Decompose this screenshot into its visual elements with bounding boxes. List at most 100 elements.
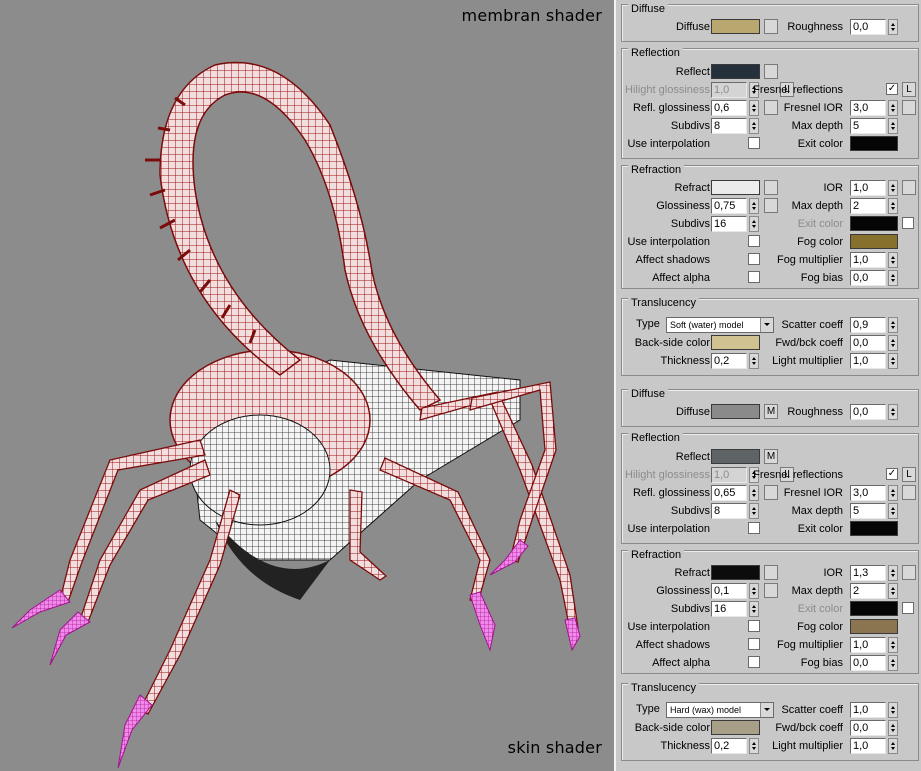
spinner-arrows[interactable] xyxy=(749,485,759,501)
affect-alpha-checkbox[interactable] xyxy=(748,656,760,668)
exit-color-swatch[interactable] xyxy=(850,601,898,616)
light-multiplier-field[interactable]: 1,0 xyxy=(850,738,886,754)
fresnel-ior-map-button[interactable] xyxy=(902,100,916,115)
subdivs-field[interactable]: 16 xyxy=(711,601,747,617)
scatter-coeff-field[interactable]: 1,0 xyxy=(850,702,886,718)
diffuse-map-button[interactable] xyxy=(764,19,778,34)
spinner-arrows[interactable] xyxy=(888,252,898,268)
hilight-glossiness-field[interactable]: 1,0 xyxy=(711,82,747,98)
reflect-map-button[interactable]: M xyxy=(764,449,778,464)
affect-shadows-checkbox[interactable] xyxy=(748,253,760,265)
spinner-arrows[interactable] xyxy=(888,180,898,196)
light-multiplier-field[interactable]: 1,0 xyxy=(850,353,886,369)
ior-map-button[interactable] xyxy=(902,180,916,195)
spinner-arrows[interactable] xyxy=(888,100,898,116)
reflect-color-swatch[interactable] xyxy=(711,449,760,464)
refl-glossiness-map-button[interactable] xyxy=(764,100,778,115)
spinner-arrows[interactable] xyxy=(888,19,898,35)
roughness-field[interactable]: 0,0 xyxy=(850,404,886,420)
refract-color-swatch[interactable] xyxy=(711,180,760,195)
fresnel-reflections-checkbox[interactable]: ✓ xyxy=(886,468,898,480)
refract-map-button[interactable] xyxy=(764,180,778,195)
fresnel-reflections-checkbox[interactable]: ✓ xyxy=(886,83,898,95)
fresnel-ior-map-button[interactable] xyxy=(902,485,916,500)
glossiness-field[interactable]: 0,75 xyxy=(711,198,747,214)
fog-bias-field[interactable]: 0,0 xyxy=(850,655,886,671)
translucency-type-dropdown[interactable]: Hard (wax) model xyxy=(666,702,774,718)
scatter-coeff-field[interactable]: 0,9 xyxy=(850,317,886,333)
spinner-arrows[interactable] xyxy=(888,565,898,581)
fog-bias-field[interactable]: 0,0 xyxy=(850,270,886,286)
spinner-arrows[interactable] xyxy=(888,738,898,754)
dropdown-arrow-icon[interactable] xyxy=(760,703,773,717)
use-interpolation-checkbox[interactable] xyxy=(748,522,760,534)
spinner-arrows[interactable] xyxy=(888,720,898,736)
translucency-type-dropdown[interactable]: Soft (water) model xyxy=(666,317,774,333)
ior-field[interactable]: 1,3 xyxy=(850,565,886,581)
spinner-arrows[interactable] xyxy=(888,270,898,286)
use-interpolation-checkbox[interactable] xyxy=(748,235,760,247)
thickness-field[interactable]: 0,2 xyxy=(711,353,747,369)
dropdown-arrow-icon[interactable] xyxy=(760,318,773,332)
exit-color-swatch[interactable] xyxy=(850,136,898,151)
spinner-arrows[interactable] xyxy=(749,118,759,134)
fresnel-ior-field[interactable]: 3,0 xyxy=(850,100,886,116)
max-depth-field[interactable]: 2 xyxy=(850,198,886,214)
spinner-arrows[interactable] xyxy=(888,404,898,420)
thickness-field[interactable]: 0,2 xyxy=(711,738,747,754)
fog-multiplier-field[interactable]: 1,0 xyxy=(850,252,886,268)
refract-map-button[interactable] xyxy=(764,565,778,580)
fwd-bck-coeff-field[interactable]: 0,0 xyxy=(850,720,886,736)
fog-color-swatch[interactable] xyxy=(850,234,898,249)
refl-glossiness-map-button[interactable] xyxy=(764,485,778,500)
back-side-color-swatch[interactable] xyxy=(711,720,760,735)
spinner-arrows[interactable] xyxy=(749,198,759,214)
glossiness-map-button[interactable] xyxy=(764,583,778,598)
hilight-glossiness-field[interactable]: 1,0 xyxy=(711,467,747,483)
fresnel-ior-field[interactable]: 3,0 xyxy=(850,485,886,501)
fresnel-lock-button[interactable]: L xyxy=(902,467,916,482)
glossiness-field[interactable]: 0,1 xyxy=(711,583,747,599)
subdivs-field[interactable]: 8 xyxy=(711,118,747,134)
fog-multiplier-field[interactable]: 1,0 xyxy=(850,637,886,653)
spinner-arrows[interactable] xyxy=(888,353,898,369)
glossiness-map-button[interactable] xyxy=(764,198,778,213)
spinner-arrows[interactable] xyxy=(749,583,759,599)
roughness-field[interactable]: 0,0 xyxy=(850,19,886,35)
diffuse-color-swatch[interactable] xyxy=(711,404,760,419)
spinner-arrows[interactable] xyxy=(888,485,898,501)
diffuse-map-button[interactable]: M xyxy=(764,404,778,419)
exit-color-swatch[interactable] xyxy=(850,521,898,536)
subdivs-field[interactable]: 16 xyxy=(711,216,747,232)
spinner-arrows[interactable] xyxy=(749,601,759,617)
max-depth-field[interactable]: 5 xyxy=(850,118,886,134)
ior-field[interactable]: 1,0 xyxy=(850,180,886,196)
spinner-arrows[interactable] xyxy=(888,118,898,134)
fog-color-swatch[interactable] xyxy=(850,619,898,634)
back-side-color-swatch[interactable] xyxy=(711,335,760,350)
subdivs-field[interactable]: 8 xyxy=(711,503,747,519)
exit-color-checkbox[interactable] xyxy=(902,602,914,614)
spinner-arrows[interactable] xyxy=(749,503,759,519)
ior-map-button[interactable] xyxy=(902,565,916,580)
spinner-arrows[interactable] xyxy=(749,216,759,232)
spinner-arrows[interactable] xyxy=(888,702,898,718)
spinner-arrows[interactable] xyxy=(888,655,898,671)
refl-glossiness-field[interactable]: 0,65 xyxy=(711,485,747,501)
affect-shadows-checkbox[interactable] xyxy=(748,638,760,650)
fresnel-lock-button[interactable]: L xyxy=(902,82,916,97)
use-interpolation-checkbox[interactable] xyxy=(748,137,760,149)
spinner-arrows[interactable] xyxy=(888,503,898,519)
refract-color-swatch[interactable] xyxy=(711,565,760,580)
use-interpolation-checkbox[interactable] xyxy=(748,620,760,632)
max-depth-field[interactable]: 2 xyxy=(850,583,886,599)
refl-glossiness-field[interactable]: 0,6 xyxy=(711,100,747,116)
spinner-arrows[interactable] xyxy=(888,317,898,333)
max-depth-field[interactable]: 5 xyxy=(850,503,886,519)
spinner-arrows[interactable] xyxy=(749,738,759,754)
spinner-arrows[interactable] xyxy=(749,100,759,116)
reflect-map-button[interactable] xyxy=(764,64,778,79)
exit-color-swatch[interactable] xyxy=(850,216,898,231)
spinner-arrows[interactable] xyxy=(888,583,898,599)
diffuse-color-swatch[interactable] xyxy=(711,19,760,34)
